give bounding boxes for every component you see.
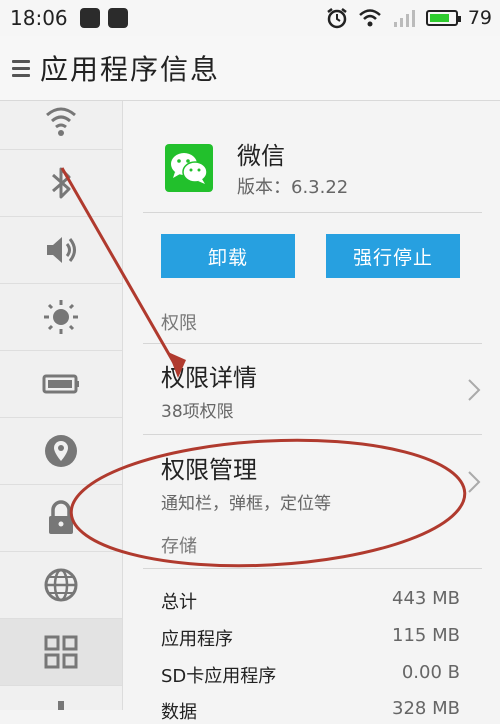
sidebar-item-apps[interactable] [0,619,122,686]
permission-details-item[interactable]: 权限详情 38项权限 [161,358,482,422]
more-icon [58,701,64,710]
app-version: 版本：6.3.22 [237,177,349,198]
divider [143,434,482,435]
battery-icon [42,374,79,394]
status-bar: 18:06 79 [0,0,500,36]
app-header: 微信 版本：6.3.22 [165,141,348,199]
battery-level [429,14,449,22]
permission-management-title: 权限管理 [161,456,257,484]
permission-management-item[interactable]: 权限管理 通知栏，弹框，定位等 [161,450,482,514]
divider [143,568,482,569]
storage-row-label: 应用程序 [161,629,233,650]
alarm-icon [327,8,347,29]
sidebar-item-sound[interactable] [0,217,122,284]
bluetooth-icon [52,167,71,199]
chevron-right-icon [468,379,481,401]
signal-icon [393,10,415,27]
sidebar-item-security[interactable] [0,485,122,552]
image-notification-icon [107,8,128,28]
storage-row-value: 115 MB [392,625,460,646]
app-name: 微信 [237,142,285,170]
status-time: 18:06 [10,6,68,30]
apps-grid-icon [44,635,78,669]
sidebar-item-more[interactable] [0,686,122,710]
divider [143,343,482,344]
storage-row: SD卡应用程序 0.00 B [161,662,460,688]
permission-details-title: 权限详情 [161,364,257,392]
title-bar: 应用程序信息 [0,36,500,101]
force-stop-button[interactable]: 强行停止 [326,234,460,278]
sidebar-item-battery[interactable] [0,351,122,418]
globe-icon [44,568,78,602]
permissions-section-label: 权限 [161,313,197,334]
storage-row-label: SD卡应用程序 [161,666,277,687]
storage-row-value: 328 MB [392,698,460,719]
wifi-icon [46,107,76,136]
permission-details-count: 38项权限 [161,402,234,422]
storage-row-value: 443 MB [392,588,460,609]
storage-row: 数据 328 MB [161,698,460,724]
wifi-status-icon [358,9,381,27]
uninstall-button[interactable]: 卸载 [161,234,295,278]
location-icon [45,435,77,467]
app-info-text: 微信 版本：6.3.22 [237,141,348,199]
status-right: 79 [326,7,492,29]
sidebar-item-network[interactable] [0,552,122,619]
wechat-icon [165,144,213,192]
battery-icon [425,10,461,26]
sidebar-item-location[interactable] [0,418,122,485]
storage-row-value: 0.00 B [401,662,460,683]
volume-icon [47,237,76,263]
sidebar-item-display[interactable] [0,284,122,351]
page-title: 应用程序信息 [40,53,221,86]
storage-row: 总计 443 MB [161,588,460,614]
chevron-right-icon [468,471,481,493]
notification-icons [79,8,128,28]
storage-section-label: 存储 [161,536,197,557]
lock-icon [49,500,73,534]
storage-row: 应用程序 115 MB [161,625,460,651]
storage-row-label: 数据 [161,702,197,723]
brightness-icon [44,300,78,334]
divider [143,212,482,213]
permission-management-desc: 通知栏，弹框，定位等 [161,494,331,514]
settings-sidebar [0,101,123,710]
storage-row-label: 总计 [161,592,197,613]
menu-icon[interactable] [12,59,30,77]
chat-notification-icon [79,8,100,28]
app-info-panel: 微信 版本：6.3.22 卸载 强行停止 权限 权限详情 38项权限 权限管理 … [123,101,500,723]
sidebar-item-bluetooth[interactable] [0,150,122,217]
sidebar-item-wifi[interactable] [0,101,122,150]
battery-percent: 79 [467,7,492,29]
